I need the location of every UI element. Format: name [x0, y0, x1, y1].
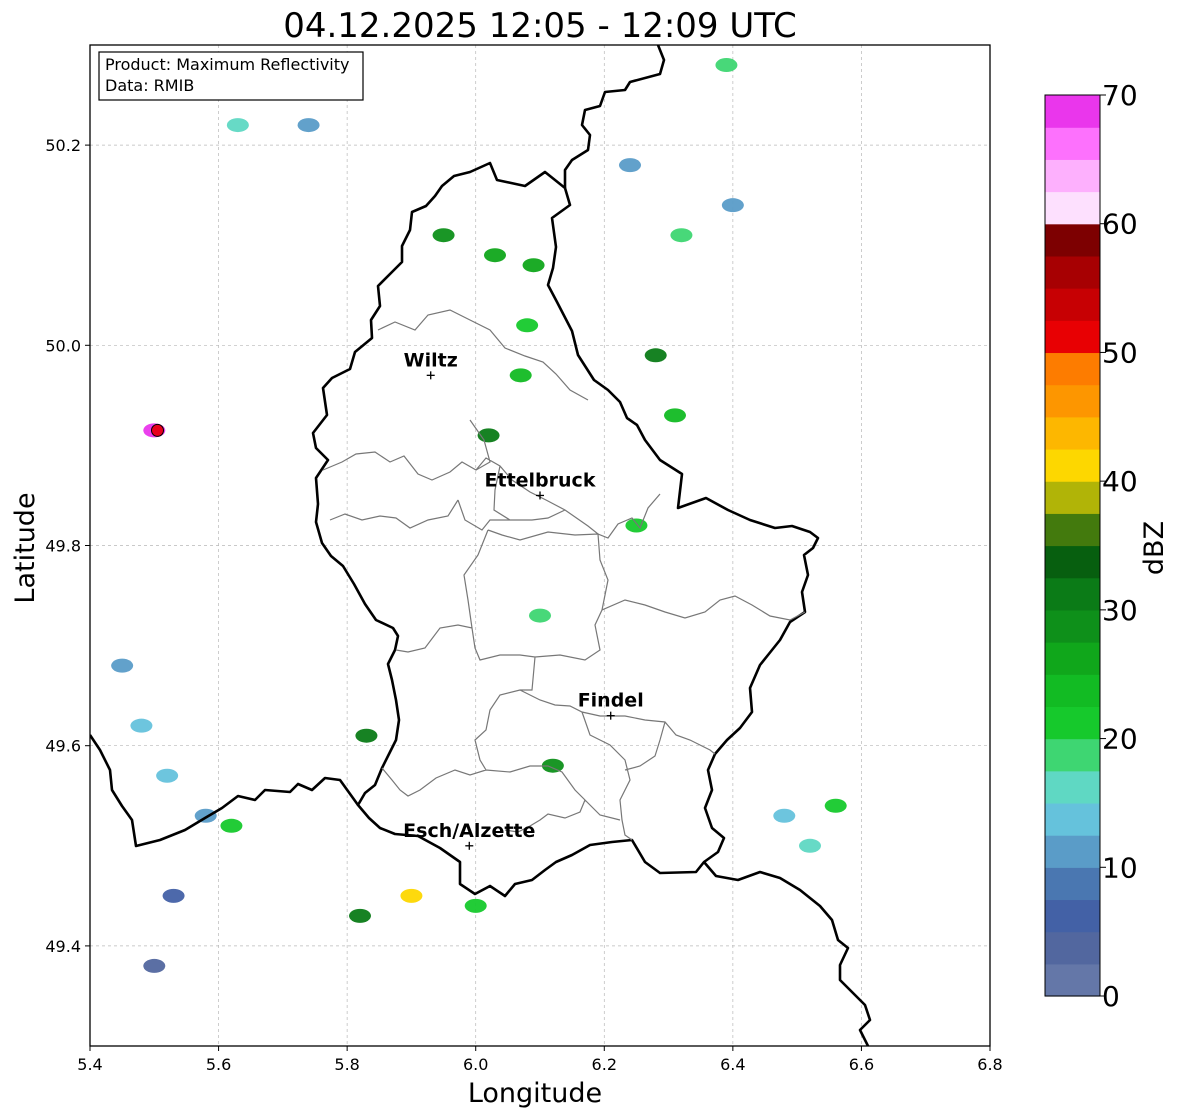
city-name: Esch/Alzette: [403, 820, 535, 842]
radar-echo: [522, 258, 545, 273]
colorbar-segment: [1045, 899, 1100, 933]
radar-echo: [162, 888, 185, 903]
colorbar-segment: [1045, 802, 1100, 836]
radar-echo: [111, 658, 134, 673]
colorbar-segment: [1045, 481, 1100, 514]
colorbar-tick-label: 20: [1102, 723, 1138, 756]
colorbar-segment: [1045, 320, 1100, 354]
colorbar-segment: [1045, 416, 1100, 450]
radar-echo: [824, 798, 847, 813]
colorbar-label: dBZ: [1139, 521, 1170, 575]
radar-echo: [529, 608, 551, 623]
colorbar-segment: [1045, 384, 1100, 418]
colorbar-segment: [1045, 835, 1100, 868]
radar-figure: 04.12.2025 12:05 - 12:09 UTC 5.4 5.6 5.8 6.…: [10, 6, 1170, 1109]
y-tick-label: 50.0: [45, 336, 81, 355]
info-box: Product: Maximum Reflectivity Data: RMIB: [98, 51, 364, 101]
radar-echo: [194, 808, 217, 823]
radar-echo: [484, 248, 506, 263]
colorbar-segment: [1045, 738, 1100, 772]
radar-echo: [400, 888, 423, 903]
radar-echo: [516, 318, 539, 333]
colorbar-tick-label: 0: [1102, 980, 1120, 1013]
x-tick-label: 5.6: [206, 1055, 231, 1074]
radar-site: [151, 423, 164, 437]
x-tick-label: 5.4: [77, 1055, 102, 1074]
y-axis-ticks: 49.4 49.6 49.8 50.0 50.2: [45, 136, 90, 956]
radar-echo: [143, 958, 166, 973]
radar-echo: [349, 908, 371, 923]
colorbar-segment: [1045, 191, 1100, 225]
y-tick-label: 49.6: [45, 737, 81, 756]
colorbar-segment: [1045, 513, 1100, 547]
colorbar-segment: [1045, 545, 1100, 579]
colorbar-segment: [1045, 642, 1100, 675]
radar-site-marker: [151, 423, 164, 437]
radar-echo: [226, 118, 249, 133]
chart-title: 04.12.2025 12:05 - 12:09 UTC: [283, 6, 797, 46]
colorbar-tick-label: 70: [1102, 79, 1138, 112]
x-axis-label: Longitude: [468, 1078, 602, 1109]
radar-echo: [464, 898, 487, 913]
colorbar-segment: [1045, 674, 1100, 707]
colorbar-segment: [1045, 223, 1100, 257]
colorbar-tick-label: 50: [1102, 336, 1138, 369]
radar-echo: [644, 348, 667, 363]
colorbar-tick-label: 30: [1102, 594, 1138, 627]
x-tick-label: 6.6: [849, 1055, 874, 1074]
radar-echo: [432, 228, 455, 243]
colorbar-tick-label: 40: [1102, 465, 1138, 498]
radar-echo: [130, 718, 153, 733]
y-tick-label: 49.8: [45, 537, 81, 556]
colorbar-segment: [1045, 288, 1100, 321]
colorbar-segment: [1045, 931, 1100, 965]
y-axis-label: Latitude: [10, 492, 41, 603]
colorbar-segment: [1045, 159, 1100, 193]
colorbar-tick-label: 10: [1102, 851, 1138, 884]
colorbar-tick-label: 60: [1102, 208, 1138, 241]
colorbar-segment: [1045, 706, 1100, 740]
city-name: Findel: [578, 690, 644, 712]
radar-echo: [799, 838, 821, 853]
colorbar-segment: [1045, 255, 1100, 289]
radar-echo: [156, 768, 179, 783]
radar-echo: [715, 58, 738, 73]
radar-echo: [773, 808, 796, 823]
x-tick-label: 6.4: [720, 1055, 745, 1074]
radar-echo: [355, 728, 378, 743]
radar-echo: [721, 198, 744, 213]
radar-echo: [220, 818, 243, 833]
city-name: Wiltz: [404, 349, 458, 371]
x-tick-label: 6.0: [463, 1055, 488, 1074]
x-tick-label: 6.2: [592, 1055, 617, 1074]
x-tick-label: 6.8: [977, 1055, 1002, 1074]
x-tick-label: 5.8: [334, 1055, 359, 1074]
colorbar-segment: [1045, 867, 1100, 901]
radar-echo: [297, 118, 320, 133]
x-axis-ticks: 5.4 5.6 5.8 6.0 6.2 6.4 6.6 6.8: [77, 1046, 1003, 1074]
colorbar: 0 10 20 30 40 50 60 70: [1044, 79, 1138, 1013]
colorbar-segment: [1045, 609, 1100, 643]
colorbar-segment: [1045, 577, 1100, 611]
radar-echo: [664, 408, 686, 423]
colorbar-segment: [1045, 95, 1100, 128]
colorbar-segment: [1045, 770, 1100, 804]
colorbar-segment: [1045, 127, 1100, 160]
radar-echo: [619, 158, 641, 173]
city-name: Ettelbruck: [485, 469, 596, 491]
colorbar-segment: [1045, 963, 1100, 997]
radar-echo: [670, 228, 693, 243]
y-tick-label: 50.2: [45, 136, 81, 155]
data-source-label: Data: RMIB: [105, 76, 194, 95]
y-tick-label: 49.4: [45, 937, 81, 956]
product-label: Product: Maximum Reflectivity: [105, 55, 349, 74]
colorbar-segment: [1045, 352, 1100, 386]
radar-echo: [625, 518, 648, 533]
colorbar-segment: [1045, 448, 1100, 482]
radar-echo: [509, 368, 532, 383]
